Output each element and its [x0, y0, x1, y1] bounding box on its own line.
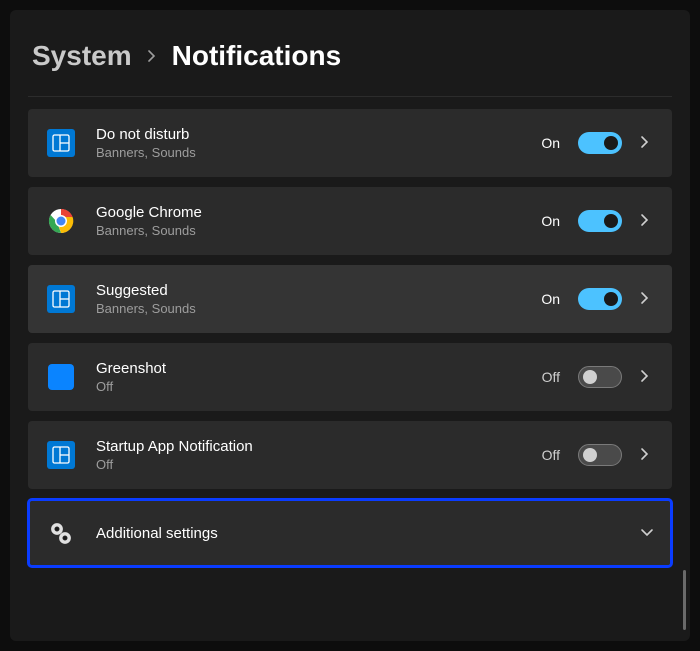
item-subtitle: Off — [96, 379, 542, 394]
window-tile-icon — [46, 284, 76, 314]
scrollbar[interactable] — [683, 570, 686, 630]
item-subtitle: Banners, Sounds — [96, 223, 541, 238]
chevron-right-icon[interactable] — [640, 369, 654, 386]
item-labels: Do not disturb Banners, Sounds — [96, 126, 541, 160]
toggle-switch[interactable] — [578, 366, 622, 388]
breadcrumb: System Notifications — [28, 40, 672, 72]
item-subtitle: Banners, Sounds — [96, 301, 541, 316]
item-title: Google Chrome — [96, 204, 541, 221]
item-labels: Google Chrome Banners, Sounds — [96, 204, 541, 238]
list-item-greenshot[interactable]: Greenshot Off Off — [28, 343, 672, 411]
toggle-state-label: On — [541, 291, 560, 307]
gear-icon — [46, 518, 76, 548]
toggle-state-label: Off — [542, 369, 560, 385]
list-item-do-not-disturb[interactable]: Do not disturb Banners, Sounds On — [28, 109, 672, 177]
toggle-state-label: On — [541, 135, 560, 151]
item-labels: Greenshot Off — [96, 360, 542, 394]
page-title: Notifications — [172, 40, 342, 72]
item-title: Greenshot — [96, 360, 542, 377]
chevron-right-icon[interactable] — [640, 447, 654, 464]
notification-senders-list: Do not disturb Banners, Sounds On — [28, 109, 672, 567]
toggle-state-label: On — [541, 213, 560, 229]
item-subtitle: Off — [96, 457, 542, 472]
list-item-startup-app-notification[interactable]: Startup App Notification Off Off — [28, 421, 672, 489]
chrome-icon — [46, 206, 76, 236]
list-item-suggested[interactable]: Suggested Banners, Sounds On — [28, 265, 672, 333]
toggle-switch[interactable] — [578, 132, 622, 154]
settings-page: System Notifications Do not disturb Bann… — [10, 10, 690, 641]
window-tile-icon — [46, 128, 76, 158]
chevron-right-icon — [146, 46, 158, 67]
toggle-switch[interactable] — [578, 444, 622, 466]
item-title: Do not disturb — [96, 126, 541, 143]
toggle-switch[interactable] — [578, 210, 622, 232]
chevron-down-icon[interactable] — [640, 525, 654, 541]
chevron-right-icon[interactable] — [640, 135, 654, 152]
chevron-right-icon[interactable] — [640, 213, 654, 230]
item-subtitle: Banners, Sounds — [96, 145, 541, 160]
item-labels: Startup App Notification Off — [96, 438, 542, 472]
item-title: Startup App Notification — [96, 438, 542, 455]
chevron-right-icon[interactable] — [640, 291, 654, 308]
list-item-google-chrome[interactable]: Google Chrome Banners, Sounds On — [28, 187, 672, 255]
breadcrumb-parent[interactable]: System — [32, 40, 132, 72]
blue-square-icon — [46, 362, 76, 392]
item-labels: Additional settings — [96, 525, 640, 542]
item-labels: Suggested Banners, Sounds — [96, 282, 541, 316]
toggle-state-label: Off — [542, 447, 560, 463]
window-tile-icon — [46, 440, 76, 470]
item-title: Suggested — [96, 282, 541, 299]
toggle-switch[interactable] — [578, 288, 622, 310]
item-title: Additional settings — [96, 525, 640, 542]
divider — [28, 96, 672, 97]
additional-settings-expander[interactable]: Additional settings — [28, 499, 672, 567]
